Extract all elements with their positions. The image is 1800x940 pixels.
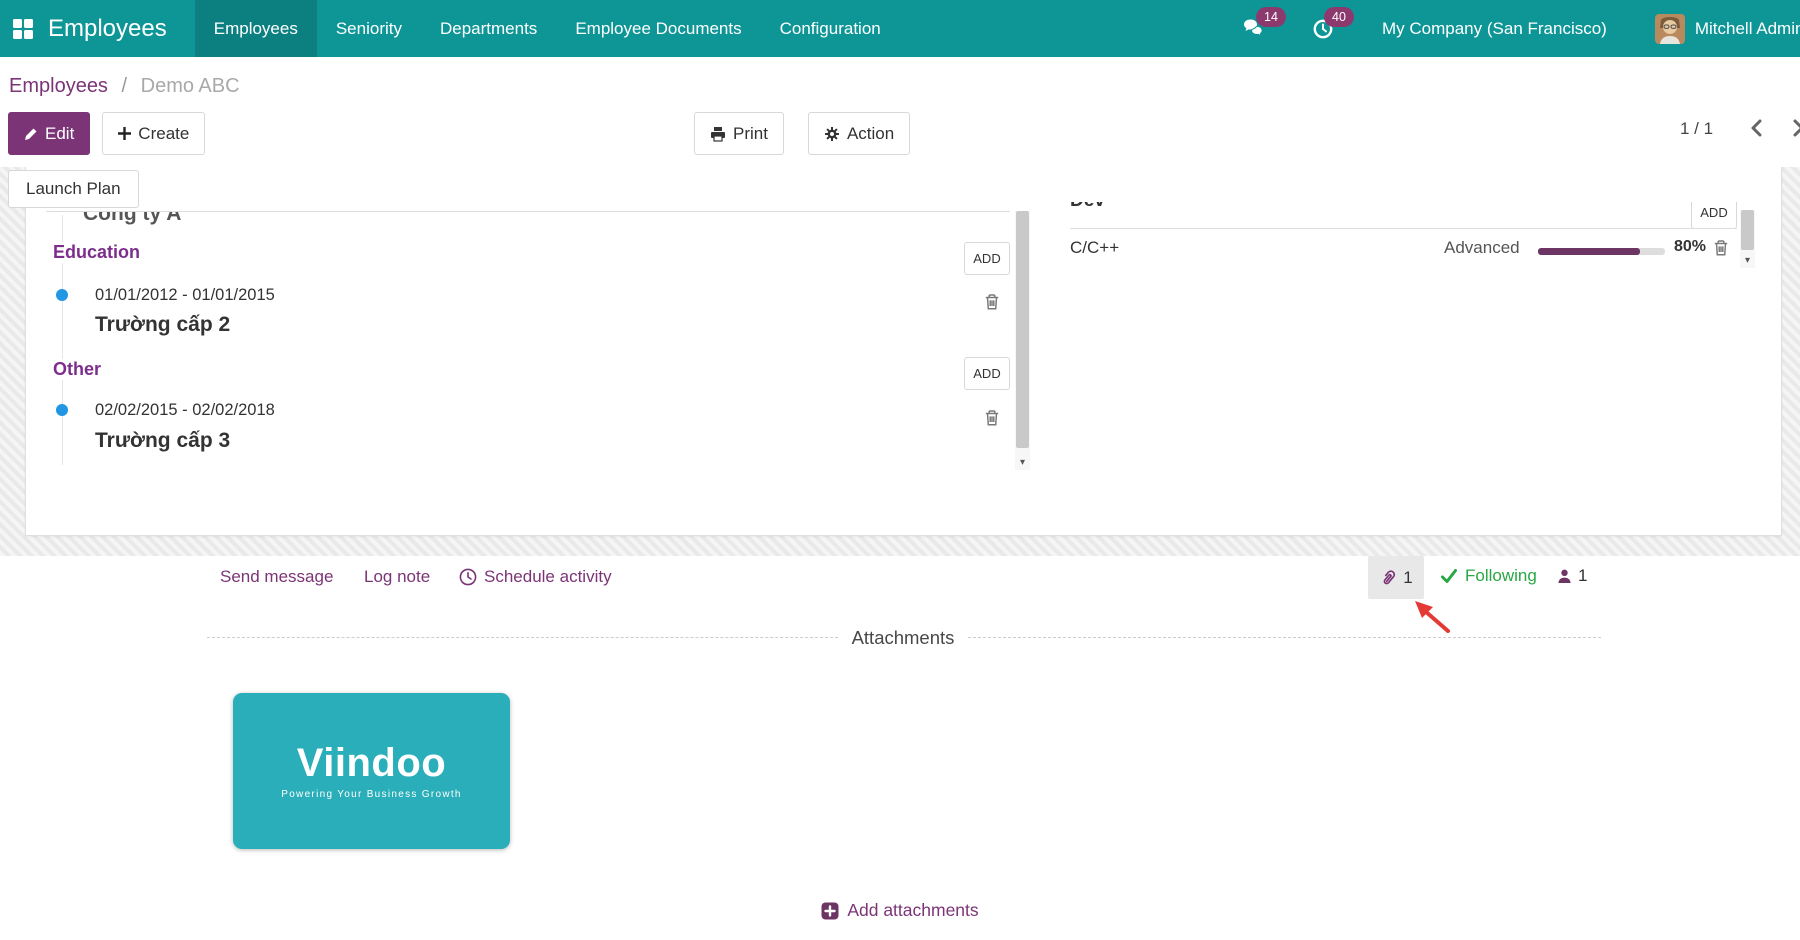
pager-counter: 1 / 1	[1680, 119, 1713, 139]
print-button[interactable]: Print	[694, 112, 784, 155]
paperclip-icon	[1379, 569, 1397, 587]
gear-icon	[824, 126, 840, 142]
resume-scrollbar[interactable]: ▾	[1015, 211, 1030, 470]
plus-icon	[118, 127, 131, 140]
other-entry-title: Trường cấp 3	[95, 429, 230, 453]
menu-item-configuration[interactable]: Configuration	[761, 0, 900, 57]
education-add-button[interactable]: ADD	[964, 242, 1010, 275]
app-title: Employees	[46, 0, 195, 57]
launch-plan-button[interactable]: Launch Plan	[8, 170, 139, 208]
menu-item-departments[interactable]: Departments	[421, 0, 556, 57]
other-entry-delete-icon[interactable]	[983, 409, 1001, 427]
skill-percent: 80%	[1674, 238, 1706, 256]
skill-name: C/C++	[1070, 238, 1119, 258]
app-window: Employees Employees Seniority Department…	[0, 0, 1800, 940]
form-view: Launch Plan Công ty A Education ADD 01/0…	[0, 167, 1800, 940]
attachments-button[interactable]: 1	[1368, 556, 1424, 599]
send-message-button[interactable]: Send message	[220, 567, 333, 587]
apps-grid-icon	[12, 18, 34, 40]
skill-delete-icon[interactable]	[1712, 239, 1730, 257]
control-panel: Employees / Demo ABC Edit Create	[0, 57, 1800, 168]
followers-count: 1	[1578, 566, 1587, 586]
timeline-dot	[56, 404, 68, 416]
skill-progress-bar	[1538, 248, 1665, 255]
skills-add-button[interactable]: ADD	[1691, 202, 1737, 229]
person-icon	[1557, 568, 1572, 584]
main-menu: Employees Seniority Departments Employee…	[195, 0, 900, 57]
education-entry-title: Trường cấp 2	[95, 313, 230, 337]
timeline-dot	[56, 289, 68, 301]
skills-panel: Dev ADD C/C++ Advanced 80%	[1070, 202, 1737, 302]
add-attachments-button[interactable]: Add attachments	[821, 900, 978, 921]
scroll-down-arrow-icon[interactable]: ▾	[1740, 254, 1755, 268]
create-button[interactable]: Create	[102, 112, 205, 155]
check-icon	[1441, 569, 1457, 583]
menu-item-employee-documents[interactable]: Employee Documents	[556, 0, 760, 57]
following-button[interactable]: Following	[1441, 566, 1537, 586]
scroll-down-arrow-icon[interactable]: ▾	[1015, 456, 1030, 470]
pager-next-button[interactable]	[1788, 117, 1800, 139]
attachments-divider-label: Attachments	[848, 627, 958, 649]
pager-previous-button[interactable]	[1747, 117, 1767, 139]
attachments-count: 1	[1403, 568, 1412, 588]
breadcrumb-separator: /	[122, 75, 128, 97]
breadcrumb-parent-link[interactable]: Employees	[9, 75, 108, 97]
action-button[interactable]: Action	[808, 112, 910, 155]
chatter: Send message Log note Schedule activity	[0, 556, 1800, 940]
followers-button[interactable]: 1	[1557, 566, 1587, 586]
education-entry-dates: 01/01/2012 - 01/01/2015	[95, 286, 275, 305]
resume-section-education: Education	[53, 242, 148, 263]
pencil-icon	[24, 127, 38, 141]
messages-button[interactable]: 14	[1242, 16, 1268, 42]
resume-clipped-entry: Công ty A	[46, 211, 1010, 229]
skills-clipped-type: Dev	[1070, 202, 1105, 213]
skills-scrollbar-thumb[interactable]	[1741, 210, 1754, 250]
apps-menu-button[interactable]	[0, 0, 46, 57]
navbar-systray: 14 40 My Company (San Francisco)	[1242, 0, 1800, 57]
annotation-arrow-icon	[1412, 600, 1454, 634]
viindoo-logo: Viindoo	[297, 743, 446, 783]
messages-count-badge: 14	[1256, 7, 1286, 28]
education-entry-delete-icon[interactable]	[983, 293, 1001, 311]
skill-progress-fill	[1538, 248, 1640, 255]
attachment-card-viindoo[interactable]: Viindoo Powering Your Business Growth	[233, 693, 510, 849]
schedule-activity-button[interactable]: Schedule activity	[459, 567, 612, 587]
user-menu[interactable]: Mitchell Admin	[1695, 19, 1800, 39]
clock-icon	[459, 568, 477, 586]
activities-button[interactable]: 40	[1310, 16, 1336, 42]
printer-icon	[710, 126, 726, 142]
breadcrumb: Employees / Demo ABC	[9, 75, 240, 98]
company-switcher[interactable]: My Company (San Francisco)	[1382, 19, 1607, 39]
other-add-button[interactable]: ADD	[964, 357, 1010, 390]
breadcrumb-current: Demo ABC	[141, 75, 240, 97]
resume-section-other: Other	[53, 359, 109, 380]
edit-button[interactable]: Edit	[8, 112, 90, 155]
activities-count-badge: 40	[1324, 7, 1354, 28]
skill-level: Advanced	[1444, 238, 1520, 258]
divider	[1070, 228, 1737, 229]
skills-scrollbar[interactable]: ▾	[1740, 210, 1755, 268]
menu-item-seniority[interactable]: Seniority	[317, 0, 421, 57]
log-note-button[interactable]: Log note	[364, 567, 430, 587]
attachments-divider-line	[207, 637, 838, 638]
resume-scrollbar-thumb[interactable]	[1016, 211, 1029, 448]
plus-square-icon	[821, 902, 839, 920]
menu-item-employees[interactable]: Employees	[195, 0, 317, 57]
top-navbar: Employees Employees Seniority Department…	[0, 0, 1800, 57]
viindoo-tagline: Powering Your Business Growth	[281, 789, 462, 800]
attachments-divider-line	[968, 637, 1601, 638]
user-avatar[interactable]	[1655, 14, 1685, 44]
other-entry-dates: 02/02/2015 - 02/02/2018	[95, 401, 275, 420]
